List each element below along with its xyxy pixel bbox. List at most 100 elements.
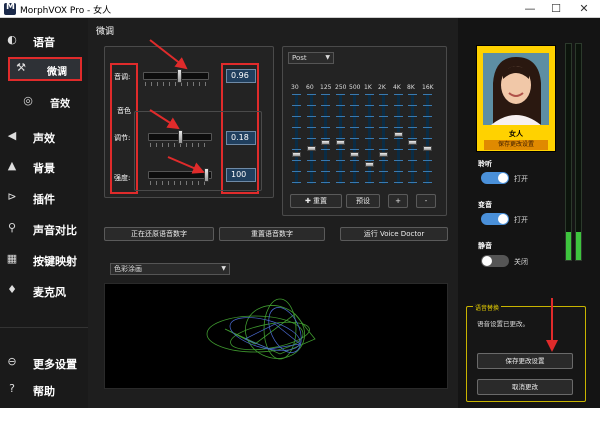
- eq-tick: [408, 171, 417, 172]
- pitch-ticks: [145, 82, 207, 86]
- eq-tick: [350, 127, 359, 128]
- eq-tick: [408, 182, 417, 183]
- sidebar-item-more-settings[interactable]: ⊖ 更多设置: [0, 352, 88, 374]
- eq-tick: [307, 160, 316, 161]
- eq-band-thumb[interactable]: [292, 152, 301, 157]
- eq-band-slider[interactable]: [423, 94, 432, 184]
- eq-tick: [365, 138, 374, 139]
- eq-band-thumb[interactable]: [321, 140, 330, 145]
- voice-avatar-image: [483, 53, 549, 125]
- eq-band-thumb[interactable]: [408, 140, 417, 145]
- voice-doctor-button[interactable]: 运行 Voice Doctor: [340, 227, 448, 241]
- eq-tick: [336, 138, 345, 139]
- eq-reset-label: ✚: [304, 197, 314, 205]
- restoring-voice-button[interactable]: 正在还原语音数字: [104, 227, 214, 241]
- eq-tick: [423, 138, 432, 139]
- adjust-slider[interactable]: [178, 130, 183, 144]
- eq-band-thumb[interactable]: [365, 162, 374, 167]
- eq-tick: [365, 149, 374, 150]
- eq-tick: [321, 138, 330, 139]
- speaker-icon: ◀: [7, 129, 17, 142]
- eq-tick: [394, 127, 403, 128]
- eq-band-slider[interactable]: [307, 94, 316, 184]
- eq-tick: [394, 182, 403, 183]
- eq-band-slider[interactable]: [365, 94, 374, 184]
- eq-tick: [408, 127, 417, 128]
- eq-tick: [423, 127, 432, 128]
- eq-tick: [379, 160, 388, 161]
- sidebar-item-key-mapping[interactable]: ▦ 按键映射: [0, 249, 88, 271]
- eq-tick: [379, 94, 388, 95]
- sidebar-item-plugins[interactable]: ⊳ 插件: [0, 187, 88, 209]
- pitch-slider[interactable]: [177, 69, 182, 83]
- avatar-save-button[interactable]: 保存更改设置: [484, 140, 548, 150]
- eq-band-slider[interactable]: [321, 94, 330, 184]
- eq-tick: [292, 105, 301, 106]
- eq-band-label: 30: [291, 84, 299, 91]
- eq-band-thumb[interactable]: [307, 146, 316, 151]
- eq-tick: [365, 127, 374, 128]
- eq-tick: [365, 171, 374, 172]
- sidebar-item-help[interactable]: ? 帮助: [0, 379, 88, 401]
- sidebar-item-effects[interactable]: ◎ 音效: [0, 91, 88, 113]
- eq-mode-value: Post: [292, 54, 307, 62]
- strength-slider[interactable]: [204, 168, 209, 182]
- eq-tick: [423, 171, 432, 172]
- eq-band-thumb[interactable]: [394, 132, 403, 137]
- eq-band-slider[interactable]: [350, 94, 359, 184]
- cancel-changes-button[interactable]: 取消更改: [477, 379, 573, 395]
- eq-band-thumb[interactable]: [423, 146, 432, 151]
- eq-tick: [394, 171, 403, 172]
- pitch-value[interactable]: 0.96: [226, 69, 256, 83]
- minimize-button[interactable]: —: [522, 2, 538, 16]
- pitch-label: 音调:: [114, 73, 131, 81]
- visualizer-mode-dropdown[interactable]: 色彩涂画 ▼: [110, 263, 230, 275]
- eq-tick: [365, 116, 374, 117]
- sidebar-item-voice[interactable]: ◐ 语音: [0, 30, 88, 52]
- eq-tick: [292, 171, 301, 172]
- eq-tick: [292, 182, 301, 183]
- sidebar-item-tune[interactable]: ⚒ 微调: [8, 57, 82, 81]
- eq-add-button[interactable]: +: [388, 194, 408, 208]
- eq-band-slider[interactable]: [394, 94, 403, 184]
- eq-tick: [336, 160, 345, 161]
- eq-band-slider[interactable]: [336, 94, 345, 184]
- eq-tick: [379, 138, 388, 139]
- eq-tick: [394, 149, 403, 150]
- eq-reset-button[interactable]: ✚ 重置: [290, 194, 342, 208]
- adjust-label: 调节:: [114, 134, 131, 142]
- listen-state: 打开: [514, 175, 528, 183]
- sidebar-item-sound-effects[interactable]: ◀ 声效: [0, 126, 88, 148]
- sidebar-item-compare[interactable]: ⚲ 声音对比: [0, 218, 88, 240]
- eq-tick: [321, 127, 330, 128]
- eq-band-thumb[interactable]: [350, 152, 359, 157]
- maximize-button[interactable]: ☐: [548, 2, 564, 16]
- sidebar-item-background[interactable]: ▲ 背景: [0, 156, 88, 178]
- reset-voice-button[interactable]: 重置语音数字: [219, 227, 325, 241]
- eq-band-slider[interactable]: [408, 94, 417, 184]
- eq-preset-button[interactable]: 预设: [346, 194, 380, 208]
- listen-toggle[interactable]: [481, 172, 509, 184]
- eq-band-slider[interactable]: [292, 94, 301, 184]
- eq-remove-button[interactable]: -: [416, 194, 436, 208]
- eq-band-label: 250: [335, 84, 347, 91]
- strength-value[interactable]: 100: [226, 168, 256, 182]
- eq-band-label: 1K: [364, 84, 372, 91]
- eq-tick: [336, 171, 345, 172]
- eq-tick: [307, 116, 316, 117]
- eq-tick: [321, 116, 330, 117]
- save-changes-button[interactable]: 保存更改设置: [477, 353, 573, 369]
- voice-name: 女人: [509, 130, 523, 138]
- eq-band-thumb[interactable]: [336, 140, 345, 145]
- adjust-value[interactable]: 0.18: [226, 131, 256, 145]
- eq-band-slider[interactable]: [379, 94, 388, 184]
- close-button[interactable]: ✕: [576, 2, 592, 16]
- morph-toggle[interactable]: [481, 213, 509, 225]
- eq-mode-dropdown[interactable]: Post ▼: [288, 52, 334, 64]
- eq-tick: [379, 171, 388, 172]
- eq-tick: [292, 116, 301, 117]
- mute-toggle[interactable]: [481, 255, 509, 267]
- eq-band-thumb[interactable]: [379, 152, 388, 157]
- sidebar-item-microphone[interactable]: ♦ 麦克风: [0, 280, 88, 302]
- sidebar-item-label: 更多设置: [33, 358, 77, 371]
